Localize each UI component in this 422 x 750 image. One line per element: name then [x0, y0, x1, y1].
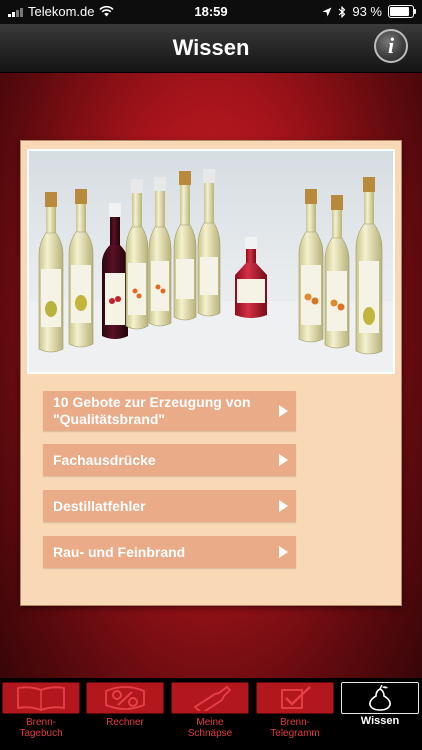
page-title: Wissen — [172, 35, 250, 60]
bottle-10 — [324, 195, 350, 349]
book-icon — [17, 686, 65, 711]
bottle-11 — [355, 177, 383, 355]
tab-rechner[interactable]: Rechner — [85, 682, 165, 748]
percent-icon — [105, 686, 145, 710]
tab-bar: Brenn- Tagebuch Rechner Meine Schnäpse B… — [0, 678, 422, 750]
navigation-bar: Wissen i — [0, 24, 422, 73]
bottles-photo — [27, 149, 395, 374]
tab-label: Brenn- Telegramm — [270, 717, 320, 739]
menu-item-label: Rau- und Feinbrand — [53, 543, 186, 560]
tab-meine-schnaepse[interactable]: Meine Schnäpse — [170, 682, 250, 748]
tab-label: Brenn- Tagebuch — [19, 717, 63, 739]
bottle-icon — [193, 685, 232, 711]
bottle-5 — [148, 177, 172, 327]
bottle-7 — [197, 169, 221, 317]
bottle-3 — [102, 203, 128, 339]
tab-brenn-telegramm[interactable]: Brenn- Telegramm — [255, 682, 335, 748]
chevron-right-icon — [279, 546, 288, 558]
bottle-1 — [38, 192, 64, 353]
pear-icon — [369, 685, 391, 711]
menu-item-label: Fachausdrücke — [53, 451, 156, 468]
info-icon: i — [387, 33, 395, 58]
status-bar: Telekom.de 18:59 93 % — [0, 0, 422, 24]
bottle-9 — [298, 189, 324, 343]
content-panel: 10 Gebote zur Erzeugung von "Qualitätsbra… — [20, 140, 402, 606]
bluetooth-icon — [338, 5, 346, 18]
bottle-6 — [173, 171, 197, 321]
tab-label: Rechner — [106, 717, 144, 728]
bottle-2 — [68, 189, 94, 348]
chevron-right-icon — [279, 454, 288, 466]
menu-item-fachausdruecke[interactable]: Fachausdrücke — [43, 444, 296, 476]
location-icon — [322, 7, 332, 16]
bottle-8 — [235, 237, 267, 318]
tab-label: Wissen — [360, 715, 400, 727]
menu-item-label: 10 Gebote zur Erzeugung von "Qualitätsbra… — [53, 394, 251, 427]
tab-wissen[interactable]: Wissen — [340, 682, 420, 748]
menu-item-destillatfehler[interactable]: Destillatfehler — [43, 490, 296, 522]
checkbox-icon — [281, 686, 311, 709]
chevron-right-icon — [279, 405, 288, 417]
battery-icon — [388, 5, 416, 18]
bottle-4 — [125, 179, 149, 330]
tab-label: Meine Schnäpse — [187, 717, 233, 739]
chevron-right-icon — [279, 500, 288, 512]
battery-percent: 93 % — [352, 4, 382, 19]
menu-item-10-gebote[interactable]: 10 Gebote zur Erzeugung von "Qualitätsbra… — [43, 391, 296, 431]
menu-item-rau-und-feinbrand[interactable]: Rau- und Feinbrand — [43, 536, 296, 568]
tab-brenn-tagebuch[interactable]: Brenn- Tagebuch — [1, 682, 81, 748]
info-button[interactable]: i — [374, 29, 408, 63]
menu-item-label: Destillatfehler — [53, 497, 146, 514]
